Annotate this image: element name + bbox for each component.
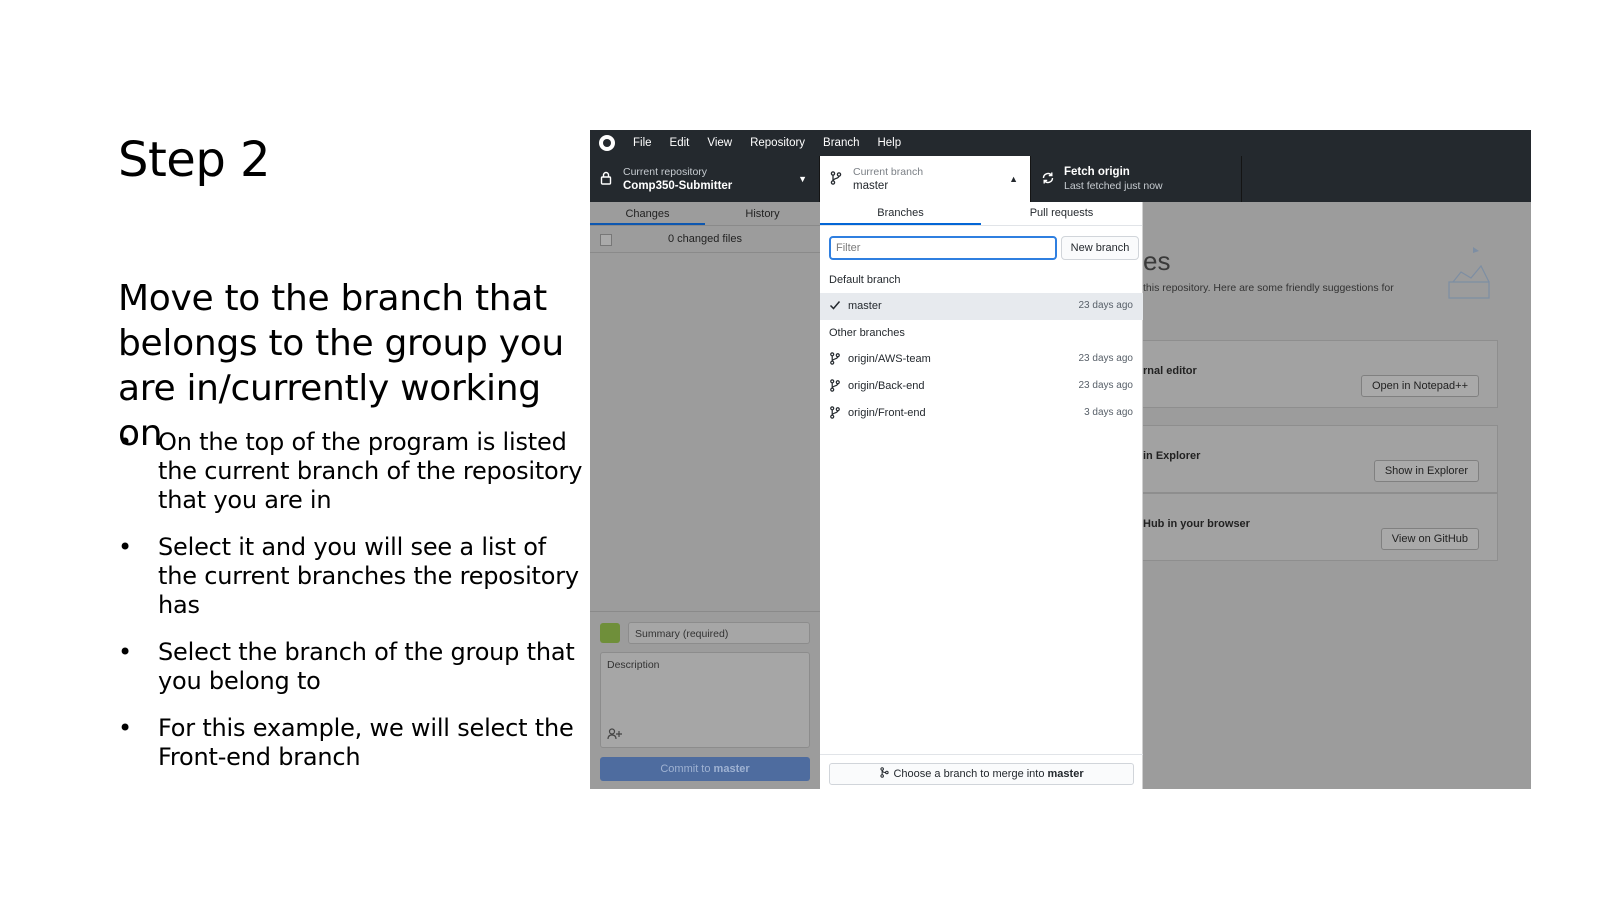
fetch-title: Fetch origin	[1064, 166, 1130, 178]
changed-files-count: 0 changed files	[668, 233, 742, 245]
menu-repository[interactable]: Repository	[750, 137, 805, 149]
lock-icon	[600, 171, 612, 188]
branch-row-front-end[interactable]: origin/Front-end 3 days ago	[820, 400, 1143, 427]
changed-files-header: 0 changed files	[590, 226, 820, 253]
check-icon	[829, 299, 841, 314]
branch-filter-input[interactable]: Filter	[829, 236, 1057, 260]
current-repository-button[interactable]: Current repository Comp350-Submitter ▼	[590, 156, 820, 202]
branch-row-aws-team[interactable]: origin/AWS-team 23 days ago	[820, 346, 1143, 373]
repo-name: Comp350-Submitter	[623, 180, 733, 192]
branch-dropdown: Branches Pull requests Filter New branch…	[820, 202, 1143, 789]
menu-bar: File Edit View Repository Branch Help	[590, 130, 1531, 156]
panel-tabs: Changes History	[590, 202, 820, 226]
no-changes-title: es	[1143, 246, 1171, 276]
caret-down-icon: ▼	[798, 174, 807, 184]
dropdown-tabs: Branches Pull requests	[820, 202, 1142, 226]
merge-into-branch-button[interactable]: Choose a branch to merge into master	[829, 763, 1134, 785]
commit-area: Summary (required) Description Commit to…	[590, 611, 820, 789]
merge-icon	[879, 767, 893, 780]
open-in-editor-button[interactable]: Open in Notepad++	[1360, 375, 1479, 397]
toolbar: Current repository Comp350-Submitter ▼ C…	[590, 156, 1531, 202]
description-input[interactable]: Description	[600, 652, 810, 748]
branch-name: master	[853, 180, 889, 192]
slide-title: Step 2	[118, 132, 271, 188]
menu-view[interactable]: View	[707, 137, 732, 149]
menu-branch[interactable]: Branch	[823, 137, 859, 149]
branch-label: Current branch	[853, 166, 924, 178]
select-all-checkbox[interactable]	[600, 234, 612, 246]
current-branch-button[interactable]: Current branch master ▲	[820, 156, 1031, 202]
new-branch-button[interactable]: New branch	[1061, 236, 1139, 260]
tab-pull-requests[interactable]: Pull requests	[981, 202, 1142, 225]
bullet-item: • Select the branch of the group that you…	[118, 638, 575, 695]
other-branches-header: Other branches	[829, 327, 905, 339]
no-changes-subtitle: this repository. Here are some friendly …	[1143, 282, 1394, 294]
bullet-item: • For this example, we will select the Fr…	[118, 714, 574, 771]
bullet-item: • Select it and you will see a list of th…	[118, 533, 579, 619]
menu-help[interactable]: Help	[877, 137, 901, 149]
bullet-list: • On the top of the program is listed the…	[118, 428, 588, 790]
fetch-subtitle: Last fetched just now	[1064, 180, 1163, 192]
github-logo-icon	[599, 135, 615, 151]
branch-icon	[829, 406, 841, 422]
changes-panel: Changes History 0 changed files Summary …	[590, 202, 820, 789]
tab-branches[interactable]: Branches	[820, 202, 981, 225]
suggestion-card-explorer: in Explorer Show in Explorer	[1143, 425, 1498, 493]
caret-up-icon: ▲	[1009, 174, 1018, 184]
menu-edit[interactable]: Edit	[670, 137, 690, 149]
description-placeholder: Description	[607, 659, 660, 671]
show-in-explorer-button[interactable]: Show in Explorer	[1373, 460, 1479, 482]
menu-file[interactable]: File	[633, 137, 652, 149]
fetch-origin-button[interactable]: Last fetched just now Fetch origin	[1031, 156, 1242, 202]
summary-input[interactable]: Summary (required)	[628, 622, 810, 644]
illustration-image	[1443, 242, 1495, 302]
github-desktop-window: File Edit View Repository Branch Help Cu…	[590, 130, 1531, 789]
branch-row-back-end[interactable]: origin/Back-end 23 days ago	[820, 373, 1143, 400]
repo-label: Current repository	[623, 166, 708, 178]
suggestion-card-editor: rnal editor Open in Notepad++	[1143, 340, 1498, 408]
tab-changes[interactable]: Changes	[590, 202, 705, 225]
view-on-github-button[interactable]: View on GitHub	[1380, 528, 1479, 550]
branch-icon	[829, 379, 841, 395]
dropdown-footer: Choose a branch to merge into master	[820, 754, 1143, 789]
default-branch-header: Default branch	[829, 274, 901, 286]
suggestion-card-github: Hub in your browser View on GitHub	[1143, 493, 1498, 561]
tab-history[interactable]: History	[705, 202, 820, 225]
sync-icon	[1041, 171, 1055, 188]
commit-button[interactable]: Commit to master	[600, 757, 810, 781]
branch-icon	[829, 352, 841, 368]
avatar	[600, 623, 620, 643]
bullet-item: • On the top of the program is listed the…	[118, 428, 583, 514]
branch-row-master[interactable]: master 23 days ago	[820, 293, 1143, 320]
branch-icon	[830, 171, 842, 188]
add-coauthor-icon[interactable]	[607, 728, 623, 743]
